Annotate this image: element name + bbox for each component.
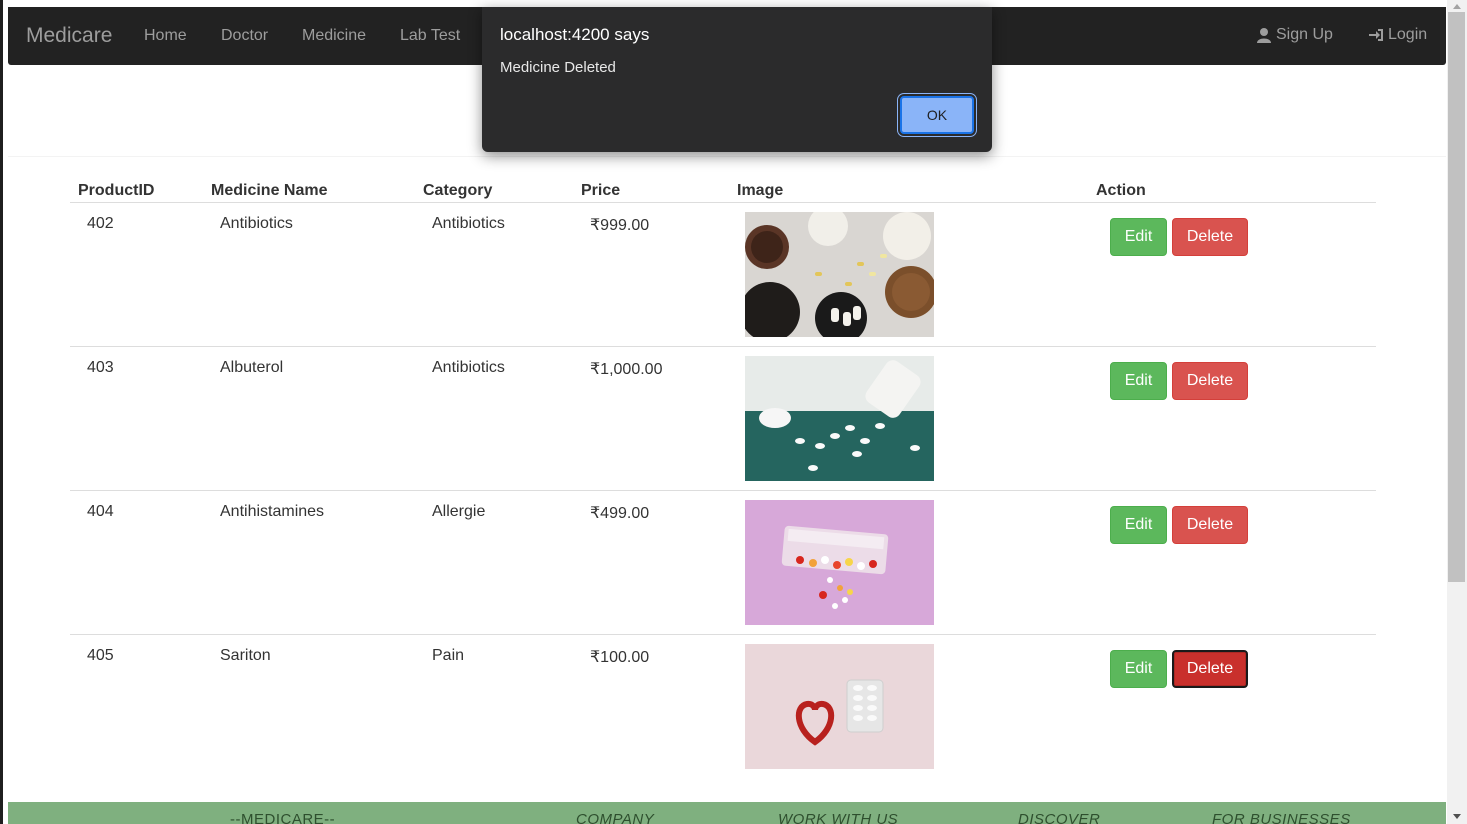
footer-company[interactable]: COMPANY <box>576 811 654 824</box>
user-icon <box>1257 28 1271 43</box>
scroll-thumb[interactable] <box>1448 12 1465 582</box>
table-row: 403 Albuterol Antibiotics ₹1,000.00 Edit <box>70 347 1376 491</box>
cell-category: Antibiotics <box>432 359 505 376</box>
header-category: Category <box>423 182 493 199</box>
footer: --MEDICARE-- COMPANY WORK WITH US DISCOV… <box>8 802 1446 824</box>
header-action: Action <box>1096 182 1146 199</box>
divider <box>8 156 1446 157</box>
nav-medicine[interactable]: Medicine <box>302 27 366 45</box>
footer-for-businesses[interactable]: FOR BUSINESSES <box>1212 811 1351 824</box>
edit-button[interactable]: Edit <box>1110 362 1167 400</box>
delete-button[interactable]: Delete <box>1172 650 1248 688</box>
cell-product-id: 403 <box>87 359 114 376</box>
footer-work-with-us[interactable]: WORK WITH US <box>778 811 898 824</box>
table-row: 402 Antibiotics Antibiotics ₹999.00 Edit… <box>70 203 1376 347</box>
edit-button[interactable]: Edit <box>1110 218 1167 256</box>
cell-medicine-name: Albuterol <box>220 359 284 376</box>
nav-sign-up[interactable]: Sign Up <box>1256 26 1333 44</box>
edit-button[interactable]: Edit <box>1110 506 1167 544</box>
brand-link[interactable]: Medicare <box>26 24 112 48</box>
nav-lab-test[interactable]: Lab Test <box>400 27 460 45</box>
window-left-edge <box>0 0 3 824</box>
footer-brand: --MEDICARE-- <box>230 811 336 824</box>
cell-medicine-name: Antibiotics <box>220 215 293 232</box>
login-label: Login <box>1388 26 1428 43</box>
medicine-image <box>745 644 934 769</box>
medicine-image <box>745 356 934 481</box>
cell-category: Allergie <box>432 503 486 520</box>
scroll-down-arrow-icon[interactable] <box>1453 814 1461 819</box>
cell-medicine-name: Antihistamines <box>220 503 325 520</box>
cell-price: ₹1,000.00 <box>590 361 663 378</box>
medicine-image <box>745 212 934 337</box>
page-scrollbar[interactable] <box>1447 0 1467 824</box>
edit-button[interactable]: Edit <box>1110 650 1167 688</box>
alert-dialog: localhost:4200 says Medicine Deleted OK <box>482 7 992 152</box>
scroll-up-arrow-icon[interactable] <box>1453 4 1461 9</box>
nav-home[interactable]: Home <box>144 27 187 45</box>
cell-price: ₹499.00 <box>590 505 650 522</box>
header-medicine-name: Medicine Name <box>211 182 328 199</box>
nav-doctor[interactable]: Doctor <box>221 27 268 45</box>
cell-category: Pain <box>432 647 465 664</box>
delete-button[interactable]: Delete <box>1172 506 1248 544</box>
header-image: Image <box>737 182 784 199</box>
medicine-image <box>745 500 934 625</box>
nav-login[interactable]: Login <box>1368 26 1427 44</box>
header-product-id: ProductID <box>78 182 155 199</box>
header-price: Price <box>581 182 621 199</box>
cell-price: ₹999.00 <box>590 217 650 234</box>
delete-button[interactable]: Delete <box>1172 362 1248 400</box>
table-row: 405 Sariton Pain ₹100.00 Edit Delete <box>70 635 1376 779</box>
cell-category: Antibiotics <box>432 215 505 232</box>
footer-discover[interactable]: DISCOVER <box>1018 811 1100 824</box>
delete-button[interactable]: Delete <box>1172 218 1248 256</box>
window-top-edge <box>0 0 1467 7</box>
cell-medicine-name: Sariton <box>220 647 271 664</box>
sign-up-label: Sign Up <box>1276 26 1333 43</box>
table-row: 404 Antihistamines Allergie ₹499.00 Edit… <box>70 491 1376 635</box>
cell-product-id: 402 <box>87 215 114 232</box>
dialog-title: localhost:4200 says <box>500 25 650 44</box>
cell-product-id: 405 <box>87 647 114 664</box>
cell-product-id: 404 <box>87 503 114 520</box>
dialog-message: Medicine Deleted <box>500 59 616 76</box>
cell-price: ₹100.00 <box>590 649 650 666</box>
ok-button[interactable]: OK <box>900 96 974 134</box>
log-in-icon <box>1369 29 1383 41</box>
